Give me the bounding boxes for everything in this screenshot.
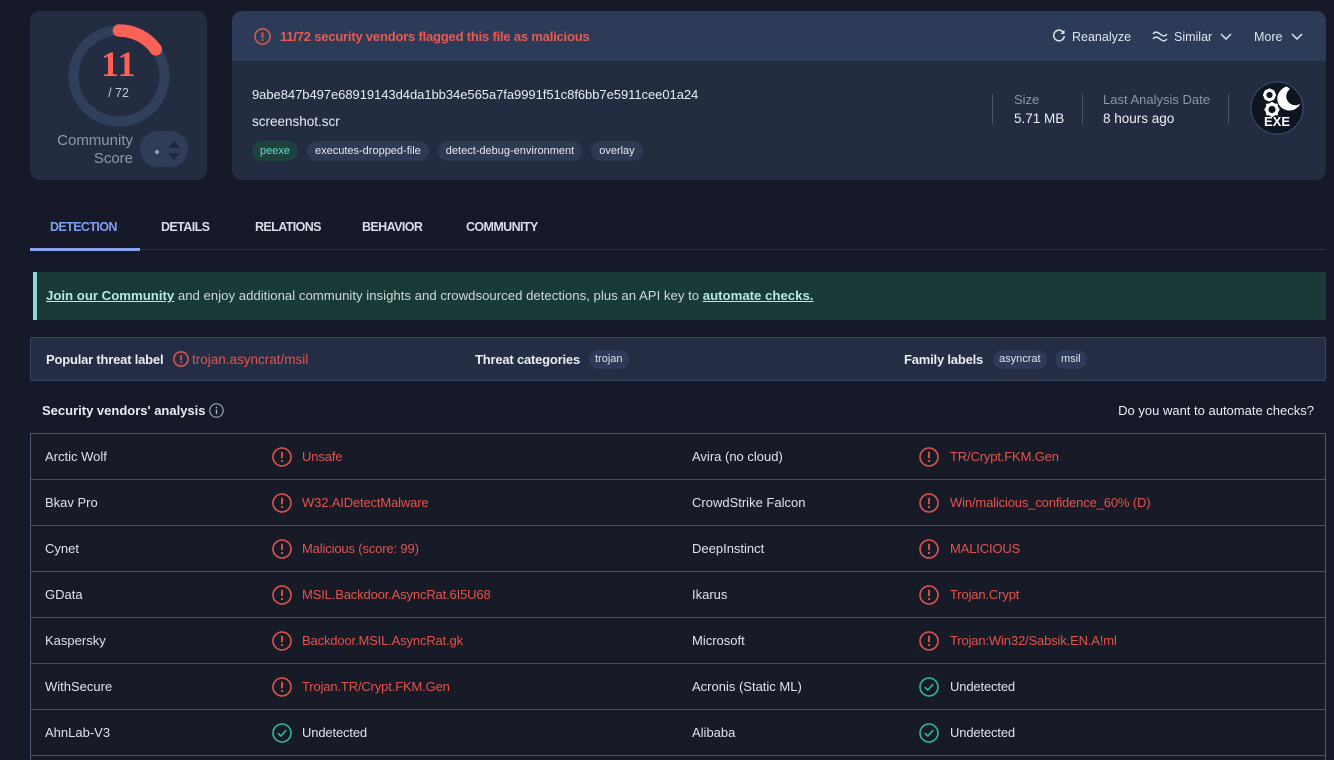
svg-text:EXE: EXE — [1264, 114, 1290, 129]
